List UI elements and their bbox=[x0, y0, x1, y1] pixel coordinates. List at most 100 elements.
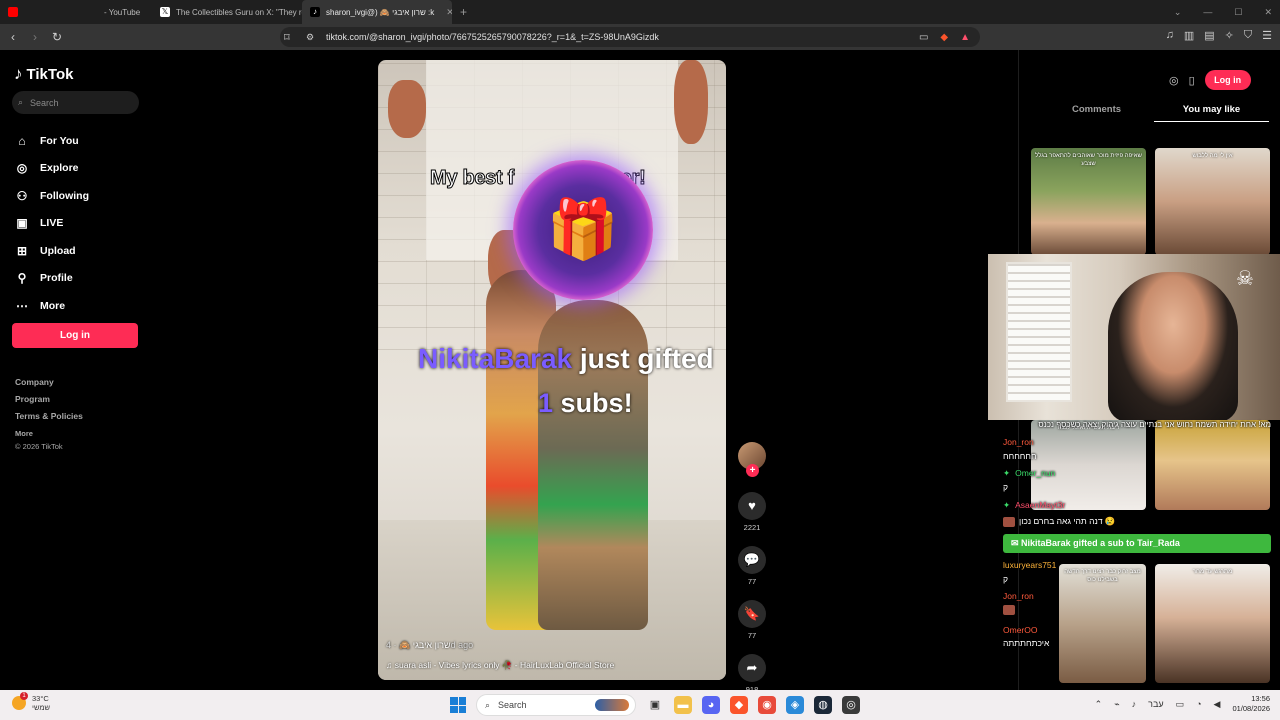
suggested-video[interactable]: מתרגש עד מחר bbox=[1155, 564, 1270, 683]
comment-action[interactable]: 💬 77 bbox=[736, 546, 768, 586]
bookmark-icon[interactable]: 🔖 bbox=[738, 600, 766, 628]
reload-icon[interactable]: ↻ bbox=[48, 30, 66, 44]
follow-plus-icon[interactable]: + bbox=[746, 464, 759, 477]
back-icon[interactable]: ‹ bbox=[4, 30, 22, 44]
forward-icon[interactable]: › bbox=[26, 30, 44, 44]
emote-icon bbox=[1003, 516, 1015, 527]
more-dots-icon: ⋯ bbox=[16, 298, 28, 313]
post-actions: + ♥ 2221 💬 77 🔖 77 ➦ 918 bbox=[736, 442, 768, 694]
sidebar-item-following[interactable]: ⚇ Following bbox=[14, 182, 89, 210]
chrome-icon[interactable]: ◉ bbox=[758, 696, 776, 714]
music-credit[interactable]: ♫ suara asli - Vibes lyrics only 🥀 - Hai… bbox=[386, 660, 614, 671]
tab-x[interactable]: 𝕏 The Collectibles Guru on X: "They re bbox=[152, 0, 302, 24]
tab-youtube[interactable]: - YouTube bbox=[0, 0, 152, 24]
gift-action: just gifted bbox=[579, 343, 714, 374]
sidebar-icon[interactable]: ▥ bbox=[1184, 29, 1194, 42]
sidebar-item-more[interactable]: ⋯ More bbox=[14, 292, 89, 320]
author-name[interactable]: שרון איבגי 🙈 bbox=[399, 640, 451, 650]
clock[interactable]: 13:56 01/08/2026 bbox=[1232, 694, 1270, 714]
explore-small-icon[interactable]: ◎ bbox=[1169, 74, 1179, 87]
sidebar-item-label: Profile bbox=[40, 272, 73, 285]
search-input[interactable]: ⌕ Search bbox=[12, 91, 139, 114]
tab-tiktok[interactable]: ♪ sharon_ivgi@) 🙈 שרון איבגי :k ✕ bbox=[302, 0, 452, 24]
windows-start-icon[interactable] bbox=[450, 697, 466, 713]
cast-icon[interactable]: ▭ bbox=[919, 32, 928, 43]
music-icon[interactable]: ♫ bbox=[1166, 29, 1174, 42]
tab-comments[interactable]: Comments bbox=[1039, 104, 1154, 122]
footer-more[interactable]: More bbox=[15, 425, 83, 442]
sidebar-item-explore[interactable]: ◎ Explore bbox=[14, 155, 89, 183]
rewards-icon[interactable]: ▲ bbox=[960, 32, 970, 43]
site-info-icon[interactable]: ⚙ bbox=[306, 32, 314, 43]
footer-link-program[interactable]: Program bbox=[15, 391, 83, 408]
suggested-video[interactable] bbox=[1155, 420, 1270, 510]
suggested-video[interactable]: ריבת תעשייה ואוכל לנצח bbox=[1031, 420, 1146, 510]
tray-chevron-icon[interactable]: ⌃ bbox=[1095, 699, 1103, 710]
post-text-part: My best f bbox=[430, 167, 515, 190]
taskbar-search-label: Search bbox=[498, 700, 527, 710]
vpn-icon[interactable]: ⛉ bbox=[1244, 29, 1252, 42]
task-view-icon[interactable]: ▣ bbox=[646, 696, 664, 714]
minimize-icon[interactable]: — bbox=[1203, 7, 1212, 17]
ai-icon[interactable]: ✧ bbox=[1225, 29, 1234, 42]
vscode-icon[interactable]: ◈ bbox=[786, 696, 804, 714]
suggested-video[interactable]: מצב זרוק כבר רצינו דרך חדשה בשבילנו כוס bbox=[1059, 564, 1146, 683]
search-icon: ⌕ bbox=[485, 699, 491, 710]
save-action[interactable]: 🔖 77 bbox=[736, 600, 768, 640]
mic-icon[interactable]: ♪ bbox=[1132, 699, 1137, 709]
window-controls: ⌄ — ☐ ✕ bbox=[1174, 0, 1272, 24]
display-icon[interactable]: ▭ bbox=[1176, 699, 1185, 710]
footer-link-company[interactable]: Company bbox=[15, 374, 83, 391]
wifi-icon[interactable]: ◔ bbox=[1196, 699, 1201, 709]
share-icon[interactable]: ➦ bbox=[738, 654, 766, 682]
post-media[interactable]: My best fver! 🎁 NikitaBarak just gifted … bbox=[378, 60, 726, 680]
taskbar-search[interactable]: ⌕ Search bbox=[476, 694, 636, 716]
suggested-video[interactable]: שאיפה פיזית מוכר שאוהבים להתאפר בגלל שצב… bbox=[1031, 148, 1146, 255]
youtube-favicon-icon bbox=[8, 7, 18, 17]
bookmark-icon[interactable]: ⌑ bbox=[284, 31, 290, 44]
volume-icon[interactable]: ◀ bbox=[1214, 699, 1221, 710]
tab-list-icon[interactable]: ⌄ bbox=[1174, 7, 1182, 18]
network-icon[interactable]: ⌁ bbox=[1114, 699, 1119, 710]
sidebar-item-profile[interactable]: ⚲ Profile bbox=[14, 265, 89, 293]
sidebar-item-for-you[interactable]: ⌂ For You bbox=[14, 127, 89, 155]
chat-message: ✦ AsaenMayt3r bbox=[1003, 500, 1065, 511]
sidebar-item-label: More bbox=[40, 299, 66, 312]
steam-icon[interactable]: ◍ bbox=[814, 696, 832, 714]
home-icon: ⌂ bbox=[18, 133, 26, 148]
maximize-icon[interactable]: ☐ bbox=[1234, 7, 1242, 18]
wallet-icon[interactable]: ▤ bbox=[1204, 29, 1214, 42]
weather-widget[interactable]: 1 33°C שמשי bbox=[12, 692, 50, 712]
new-tab-button[interactable]: + bbox=[452, 5, 475, 19]
window-blind bbox=[1006, 262, 1072, 402]
obs-icon[interactable]: ◎ bbox=[842, 696, 860, 714]
tiktok-logo[interactable]: ♪ TikTok bbox=[14, 64, 73, 84]
gift-alert-ring: 🎁 bbox=[513, 160, 653, 300]
url-text[interactable]: tiktok.com/@sharon_ivgi/photo/7667525265… bbox=[326, 32, 659, 42]
url-bar[interactable]: ⌑ ⚙ tiktok.com/@sharon_ivgi/photo/766752… bbox=[280, 27, 980, 47]
sidebar-item-upload[interactable]: ⊞ Upload bbox=[14, 237, 89, 265]
following-icon: ⚇ bbox=[16, 188, 28, 203]
file-explorer-icon[interactable]: ▬ bbox=[674, 696, 692, 714]
chat-message: Jon_ron bbox=[1003, 591, 1034, 601]
language-indicator[interactable]: עבר bbox=[1148, 699, 1163, 709]
close-window-icon[interactable]: ✕ bbox=[1264, 7, 1272, 18]
sidebar-item-live[interactable]: ▣ LIVE bbox=[14, 210, 89, 238]
header-login-button[interactable]: Log in bbox=[1204, 70, 1251, 90]
heart-icon[interactable]: ♥ bbox=[738, 492, 766, 520]
brave-icon[interactable]: ◆ bbox=[730, 696, 748, 714]
browser-toolbar: ‹ › ↻ ⌑ ⚙ tiktok.com/@sharon_ivgi/photo/… bbox=[0, 24, 1280, 50]
suggested-video[interactable]: אין לי מה ללבוש bbox=[1155, 148, 1270, 255]
sidebar-item-label: Upload bbox=[40, 244, 76, 257]
login-button[interactable]: Log in bbox=[12, 323, 138, 348]
menu-icon[interactable]: ☰ bbox=[1262, 29, 1272, 42]
device-icon[interactable]: ▯ bbox=[1189, 74, 1195, 87]
footer-link-terms[interactable]: Terms & Policies bbox=[15, 408, 83, 425]
discord-icon[interactable]: ◕ bbox=[702, 696, 720, 714]
avatar[interactable]: + bbox=[738, 442, 766, 477]
share-action[interactable]: ➦ 918 bbox=[736, 654, 768, 694]
brave-shield-icon[interactable]: ◆ bbox=[940, 32, 948, 43]
tab-you-may-like[interactable]: You may like bbox=[1154, 104, 1269, 122]
comment-icon[interactable]: 💬 bbox=[738, 546, 766, 574]
like-action[interactable]: ♥ 2221 bbox=[736, 492, 768, 532]
